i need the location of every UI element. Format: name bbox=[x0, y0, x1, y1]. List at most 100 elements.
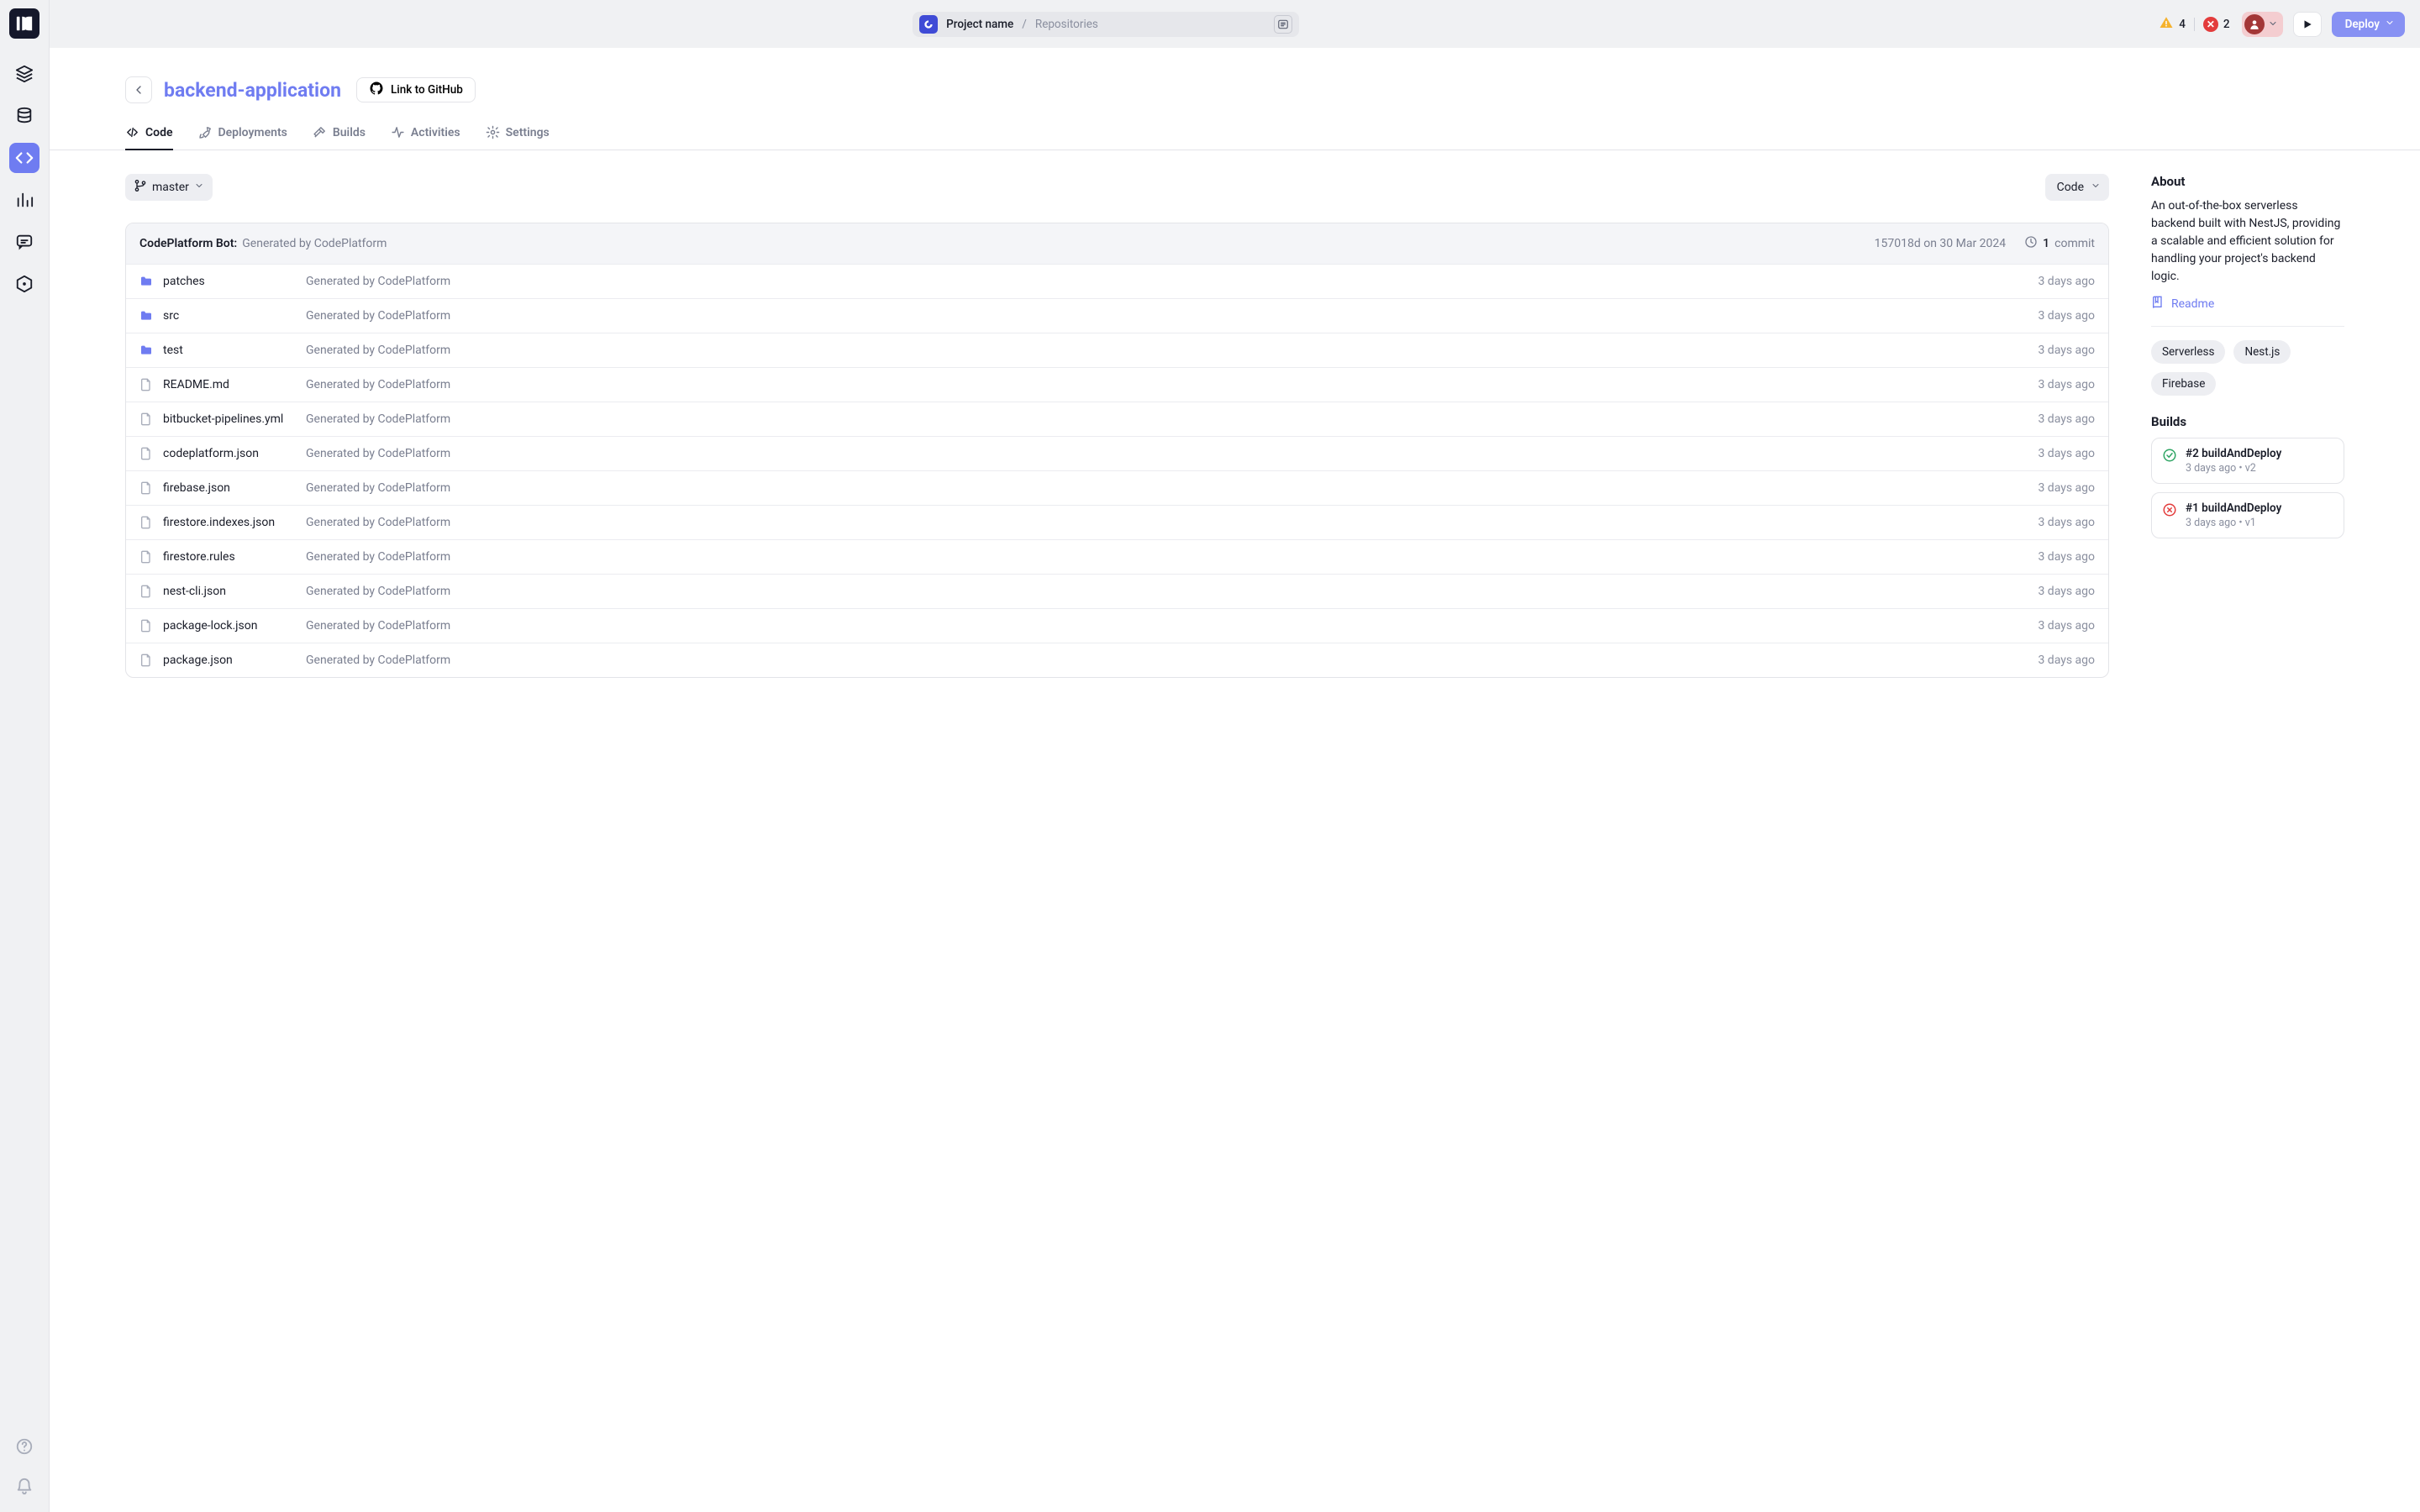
nav-notifications[interactable] bbox=[9, 1472, 39, 1502]
file-name: firestore.rules bbox=[163, 550, 306, 564]
code-dropdown[interactable]: Code bbox=[2045, 174, 2109, 201]
nav-database[interactable] bbox=[9, 101, 39, 131]
builds-heading: Builds bbox=[2151, 414, 2344, 429]
tab-code[interactable]: Code bbox=[125, 125, 173, 150]
chevron-down-icon bbox=[2385, 18, 2395, 31]
file-row[interactable]: firestore.indexes.jsonGenerated by CodeP… bbox=[126, 505, 2108, 539]
run-button[interactable] bbox=[2293, 12, 2322, 37]
file-row[interactable]: firestore.rulesGenerated by CodePlatform… bbox=[126, 539, 2108, 574]
tab-deployments[interactable]: Deployments bbox=[198, 125, 287, 150]
avatar bbox=[2244, 14, 2265, 34]
file-name: package-lock.json bbox=[163, 619, 306, 633]
file-row[interactable]: firebase.jsonGenerated by CodePlatform3 … bbox=[126, 470, 2108, 505]
file-name: patches bbox=[163, 275, 306, 288]
breadcrumb-page[interactable]: Repositories bbox=[1035, 18, 1098, 31]
file-icon bbox=[139, 412, 163, 426]
book-icon bbox=[2151, 296, 2165, 312]
chevron-down-icon bbox=[194, 181, 204, 194]
commit-count[interactable]: 1 commit bbox=[2024, 235, 2095, 252]
file-when: 3 days ago bbox=[2038, 550, 2095, 564]
file-when: 3 days ago bbox=[2038, 654, 2095, 667]
file-name: src bbox=[163, 309, 306, 323]
app-logo[interactable] bbox=[9, 8, 39, 39]
project-icon bbox=[919, 15, 938, 34]
deploy-button[interactable]: Deploy bbox=[2332, 12, 2405, 37]
nav-settings-hex[interactable] bbox=[9, 269, 39, 299]
page-title: backend-application bbox=[164, 79, 341, 102]
file-row[interactable]: testGenerated by CodePlatform3 days ago bbox=[126, 333, 2108, 367]
nav-analytics[interactable] bbox=[9, 185, 39, 215]
file-when: 3 days ago bbox=[2038, 619, 2095, 633]
file-name: firestore.indexes.json bbox=[163, 516, 306, 529]
about-heading: About bbox=[2151, 174, 2344, 189]
file-when: 3 days ago bbox=[2038, 275, 2095, 288]
list-icon[interactable] bbox=[1274, 15, 1292, 34]
x-circle-icon bbox=[2162, 502, 2177, 517]
file-commit-msg: Generated by CodePlatform bbox=[306, 654, 2038, 667]
file-icon bbox=[139, 516, 163, 529]
deploy-label: Deploy bbox=[2345, 18, 2380, 31]
file-when: 3 days ago bbox=[2038, 516, 2095, 529]
file-row[interactable]: codeplatform.jsonGenerated by CodePlatfo… bbox=[126, 436, 2108, 470]
file-commit-msg: Generated by CodePlatform bbox=[306, 309, 2038, 323]
build-card[interactable]: #1 buildAndDeploy3 days ago • v1 bbox=[2151, 492, 2344, 538]
breadcrumb-project[interactable]: Project name bbox=[946, 18, 1013, 31]
file-row[interactable]: README.mdGenerated by CodePlatform3 days… bbox=[126, 367, 2108, 402]
tag[interactable]: Firebase bbox=[2151, 372, 2216, 396]
breadcrumb[interactable]: Project name / Repositories bbox=[913, 12, 1299, 37]
tab-activities[interactable]: Activities bbox=[391, 125, 460, 150]
file-commit-msg: Generated by CodePlatform bbox=[306, 619, 2038, 633]
file-row[interactable]: bitbucket-pipelines.ymlGenerated by Code… bbox=[126, 402, 2108, 436]
file-when: 3 days ago bbox=[2038, 447, 2095, 460]
build-title: #2 buildAndDeploy bbox=[2186, 447, 2281, 460]
nav-help[interactable] bbox=[9, 1431, 39, 1462]
tab-builds[interactable]: Builds bbox=[313, 125, 366, 150]
nav-chat[interactable] bbox=[9, 227, 39, 257]
nav-code[interactable] bbox=[9, 143, 39, 173]
file-row[interactable]: srcGenerated by CodePlatform3 days ago bbox=[126, 298, 2108, 333]
chevron-down-icon bbox=[2091, 181, 2101, 194]
file-name: README.md bbox=[163, 378, 306, 391]
file-icon bbox=[139, 550, 163, 564]
file-icon bbox=[139, 447, 163, 460]
file-icon bbox=[139, 378, 163, 391]
file-icon bbox=[139, 481, 163, 495]
back-button[interactable] bbox=[125, 76, 152, 103]
build-sub: 3 days ago • v2 bbox=[2186, 462, 2281, 475]
error-count: 2 bbox=[2223, 18, 2230, 31]
clock-icon bbox=[2024, 235, 2038, 252]
tag[interactable]: Nest.js bbox=[2233, 340, 2291, 364]
build-card[interactable]: #2 buildAndDeploy 3 days ago • v2 bbox=[2151, 438, 2344, 484]
folder-icon bbox=[139, 344, 163, 357]
file-commit-msg: Generated by CodePlatform bbox=[306, 516, 2038, 529]
file-row[interactable]: package.jsonGenerated by CodePlatform3 d… bbox=[126, 643, 2108, 677]
file-row[interactable]: package-lock.jsonGenerated by CodePlatfo… bbox=[126, 608, 2108, 643]
file-row[interactable]: nest-cli.jsonGenerated by CodePlatform3 … bbox=[126, 574, 2108, 608]
chevron-down-icon bbox=[2268, 16, 2278, 32]
topbar: Project name / Repositories 4 ✕ 2 bbox=[50, 0, 2420, 48]
folder-icon bbox=[139, 309, 163, 323]
nav-rail bbox=[0, 0, 50, 1512]
file-commit-msg: Generated by CodePlatform bbox=[306, 447, 2038, 460]
readme-link[interactable]: Readme bbox=[2151, 296, 2344, 327]
file-when: 3 days ago bbox=[2038, 412, 2095, 426]
nav-layers[interactable] bbox=[9, 59, 39, 89]
file-icon bbox=[139, 619, 163, 633]
file-when: 3 days ago bbox=[2038, 309, 2095, 323]
check-circle-icon bbox=[2162, 448, 2177, 463]
error-icon: ✕ bbox=[2203, 17, 2218, 32]
file-commit-msg: Generated by CodePlatform bbox=[306, 344, 2038, 357]
branch-selector[interactable]: master bbox=[125, 174, 213, 201]
link-github-button[interactable]: Link to GitHub bbox=[356, 77, 476, 102]
tag[interactable]: Serverless bbox=[2151, 340, 2225, 364]
commit-bar[interactable]: CodePlatform Bot: Generated by CodePlatf… bbox=[126, 223, 2108, 264]
file-name: firebase.json bbox=[163, 481, 306, 495]
file-name: package.json bbox=[163, 654, 306, 667]
file-row[interactable]: patchesGenerated by CodePlatform3 days a… bbox=[126, 264, 2108, 298]
branch-icon bbox=[134, 179, 147, 196]
user-menu[interactable] bbox=[2242, 12, 2283, 37]
status-counts[interactable]: 4 ✕ 2 bbox=[2159, 15, 2229, 34]
tab-settings[interactable]: Settings bbox=[486, 125, 550, 150]
folder-icon bbox=[139, 275, 163, 288]
tags: Serverless Nest.js Firebase bbox=[2151, 340, 2344, 396]
